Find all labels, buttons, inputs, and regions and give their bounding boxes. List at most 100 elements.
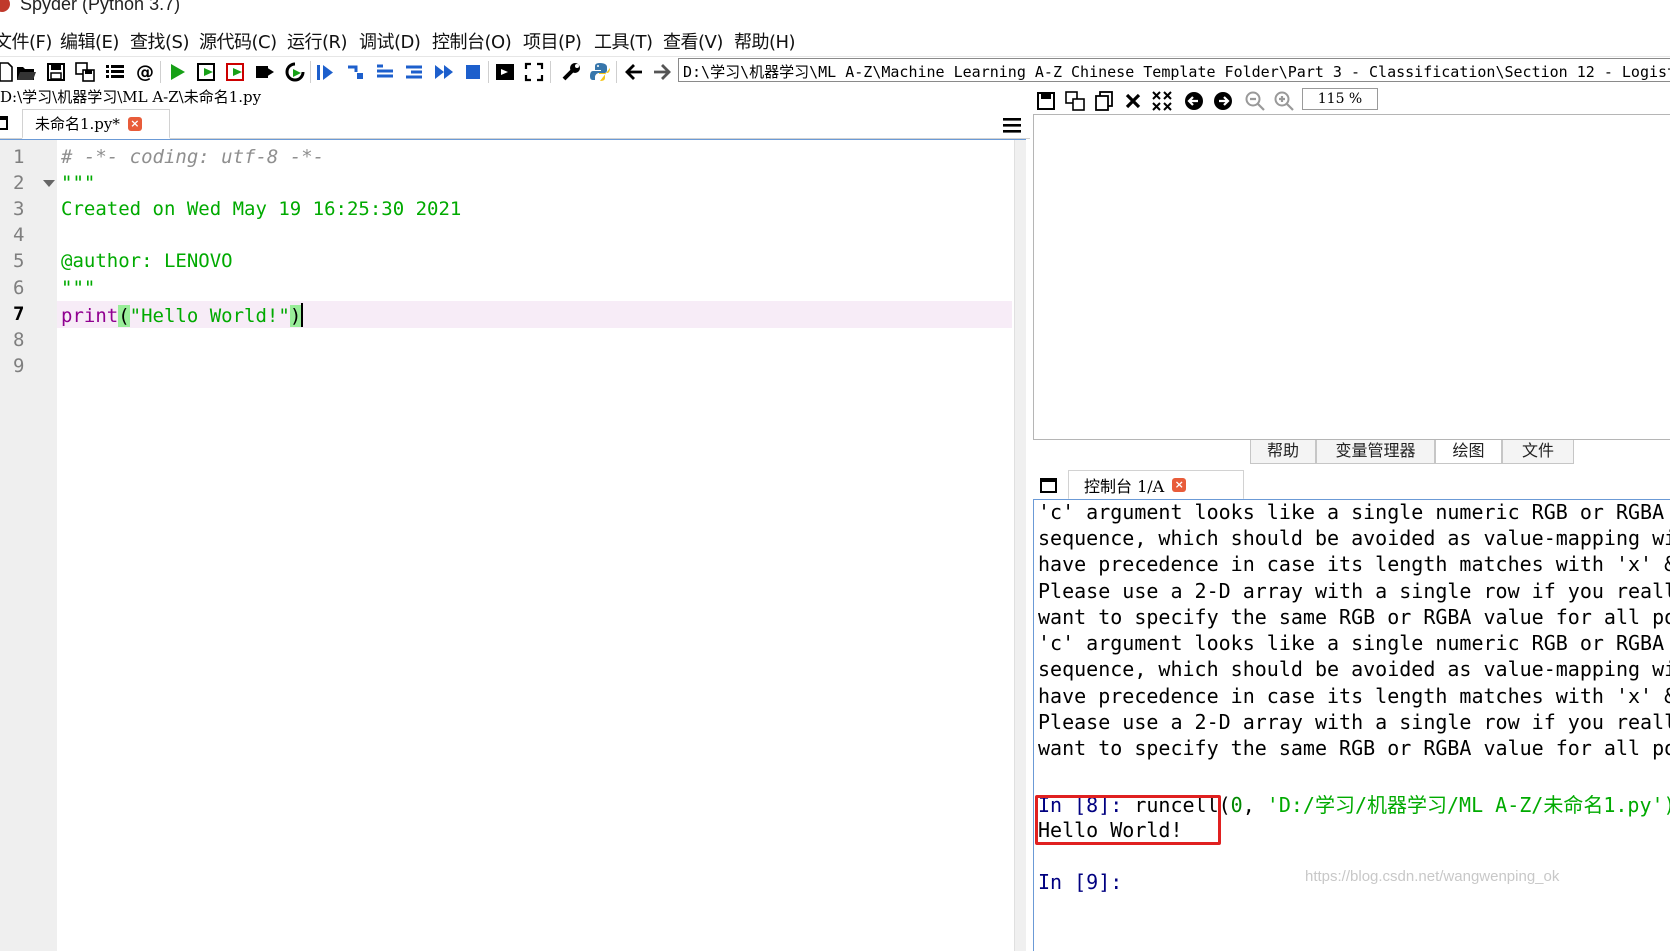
close-tab-icon[interactable]: × <box>1172 477 1187 492</box>
browse-tabs-icon[interactable] <box>0 116 8 130</box>
at-symbol-icon[interactable]: @ <box>133 60 157 84</box>
console-tab-label: 控制台 1/A <box>1084 476 1165 496</box>
code-line-5: @author: LENOVO <box>61 250 233 272</box>
spyder-logo-icon <box>0 0 10 12</box>
console-output-line: Please use a 2-D array with a single row… <box>1038 579 1670 603</box>
menu-consoles[interactable]: 控制台(O) <box>432 28 512 54</box>
rerun-icon[interactable] <box>283 60 307 84</box>
editor-scrollbar[interactable] <box>1014 140 1026 951</box>
preferences-wrench-icon[interactable] <box>559 60 583 84</box>
save-all-icon[interactable] <box>73 60 97 84</box>
console-output-line: want to specify the same RGB or RGBA val… <box>1038 605 1670 629</box>
hamburger-menu-icon[interactable] <box>1002 116 1022 134</box>
line-number: 3 <box>13 198 25 220</box>
console-tab-bar: 控制台 1/A × <box>1034 470 1670 500</box>
console-output-line: sequence, which should be avoided as val… <box>1038 657 1670 681</box>
tab-help[interactable]: 帮助 <box>1250 440 1316 464</box>
console-output-line: 'c' argument looks like a single numeric… <box>1038 500 1665 524</box>
code-line-1: # -*- coding: utf-8 -*- <box>61 146 325 168</box>
line-number-gutter: 1 2 3 4 5 6 7 8 9 <box>0 140 57 951</box>
debug-icon[interactable] <box>313 60 337 84</box>
stop-debug-icon[interactable] <box>461 60 485 84</box>
plots-pane <box>1033 114 1670 440</box>
line-number: 4 <box>13 224 25 246</box>
line-number: 5 <box>13 250 25 272</box>
tab-variable-explorer[interactable]: 变量管理器 <box>1316 440 1435 464</box>
editor-file-path: D:\学习\机器学习\ML A-Z\未命名1.py <box>0 88 262 106</box>
run-selection-icon[interactable] <box>253 60 277 84</box>
next-plot-icon[interactable] <box>1211 89 1235 113</box>
open-file-icon[interactable] <box>14 60 38 84</box>
close-paren: ) <box>289 305 302 327</box>
zoom-in-icon[interactable] <box>1272 89 1296 113</box>
menu-tools[interactable]: 工具(T) <box>594 28 653 54</box>
step-into-icon[interactable] <box>373 60 397 84</box>
editor-tab-label: 未命名1.py* <box>35 115 120 133</box>
print-builtin: print <box>61 305 119 327</box>
console-output-line: have precedence in case its length match… <box>1038 684 1670 708</box>
continue-icon[interactable] <box>432 60 456 84</box>
console-output-line: have precedence in case its length match… <box>1038 552 1670 576</box>
menu-run[interactable]: 运行(R) <box>287 28 348 54</box>
prompt-in-9[interactable]: In [9]: <box>1038 870 1122 894</box>
code-line-3: Created on Wed May 19 16:25:30 2021 <box>61 198 462 220</box>
browse-tabs-icon[interactable] <box>1040 478 1057 493</box>
fold-chevron-icon[interactable] <box>43 180 55 187</box>
toolbar-separator <box>310 61 311 83</box>
menu-projects[interactable]: 项目(P) <box>523 28 582 54</box>
copy-plot-icon[interactable] <box>1092 89 1116 113</box>
close-tab-icon[interactable]: × <box>127 116 142 131</box>
toolbar-separator <box>488 61 489 83</box>
save-file-icon[interactable] <box>44 60 68 84</box>
menu-view[interactable]: 查看(V) <box>663 28 723 54</box>
red-annotation-box <box>1035 795 1221 845</box>
run-cell-icon[interactable] <box>195 60 219 84</box>
menu-edit[interactable]: 编辑(E) <box>60 28 119 54</box>
menu-source[interactable]: 源代码(C) <box>199 28 277 54</box>
line-number: 8 <box>13 329 25 351</box>
code-editor[interactable]: 1 2 3 4 5 6 7 8 9 # -*- coding: utf-8 -*… <box>0 139 1026 951</box>
text-cursor <box>301 303 304 327</box>
toolbar-separator <box>616 61 617 83</box>
python-path-icon[interactable] <box>588 60 612 84</box>
menu-debug[interactable]: 调试(D) <box>359 28 421 54</box>
back-arrow-icon[interactable] <box>622 60 646 84</box>
save-all-plots-icon[interactable] <box>1063 89 1087 113</box>
menu-file[interactable]: 文件(F) <box>0 28 52 54</box>
pane-tab-bar: 帮助 变量管理器 绘图 文件 <box>1250 440 1670 464</box>
zoom-out-icon[interactable] <box>1243 89 1267 113</box>
outline-list-icon[interactable] <box>103 60 127 84</box>
toolbar-separator <box>160 61 161 83</box>
hello-string: "Hello World!" <box>129 305 290 327</box>
line-number-current: 7 <box>13 303 25 325</box>
window-title: Spyder (Python 3.7) <box>20 0 181 14</box>
line-number: 1 <box>13 146 25 168</box>
save-plot-icon[interactable] <box>1034 89 1058 113</box>
menu-help[interactable]: 帮助(H) <box>734 28 796 54</box>
runcell-separator: , <box>1242 793 1267 817</box>
tab-plots[interactable]: 绘图 <box>1435 440 1502 464</box>
step-return-icon[interactable] <box>402 60 426 84</box>
zoom-level-input[interactable]: 115 % <box>1302 88 1378 110</box>
editor-tab-untitled[interactable]: 未命名1.py* × <box>22 109 170 139</box>
working-directory-input[interactable]: D:\学习\机器学习\ML A-Z\Machine Learning A-Z C… <box>678 58 1670 82</box>
console-output-line: want to specify the same RGB or RGBA val… <box>1038 736 1670 760</box>
toolbar-separator <box>550 61 551 83</box>
line-number: 2 <box>13 172 25 194</box>
fullscreen-icon[interactable] <box>522 60 546 84</box>
run-icon[interactable] <box>165 60 189 84</box>
tab-files[interactable]: 文件 <box>1502 440 1574 464</box>
previous-plot-icon[interactable] <box>1182 89 1206 113</box>
runcell-index: 0 <box>1230 793 1243 817</box>
forward-arrow-icon[interactable] <box>650 60 674 84</box>
run-cell-advance-icon[interactable] <box>224 60 248 84</box>
maximize-pane-icon[interactable] <box>493 60 517 84</box>
debug-step-icon[interactable] <box>343 60 367 84</box>
watermark: https://blog.csdn.net/wangwenping_ok <box>1305 868 1560 885</box>
svg-text:@: @ <box>136 62 154 83</box>
close-plot-icon[interactable] <box>1121 89 1145 113</box>
console-tab-1a[interactable]: 控制台 1/A × <box>1068 470 1244 500</box>
close-all-plots-icon[interactable] <box>1150 89 1174 113</box>
code-line-2: """ <box>61 172 96 194</box>
menu-search[interactable]: 查找(S) <box>130 28 189 54</box>
